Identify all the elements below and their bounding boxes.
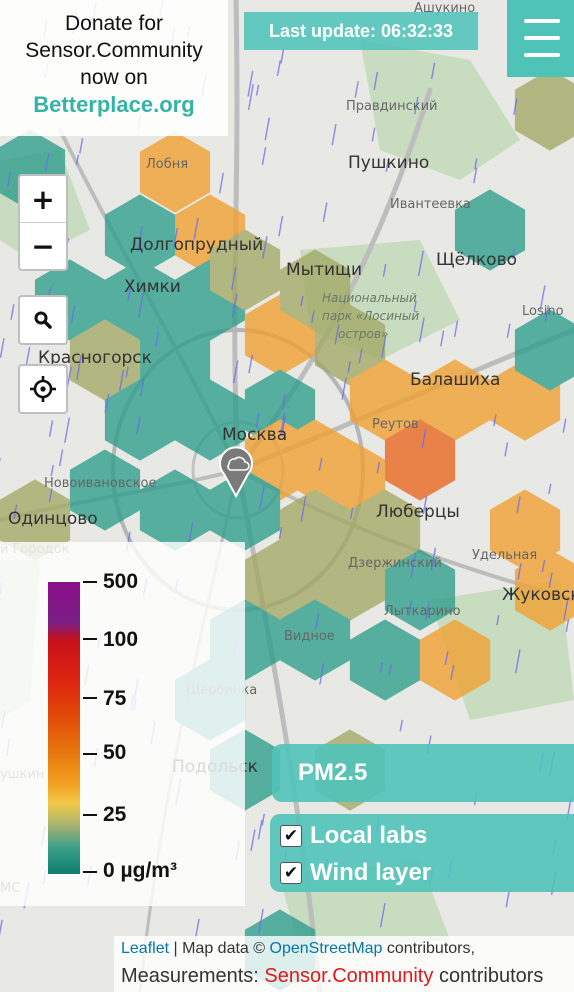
wind-layer-toggle[interactable]: ✔ Wind layer xyxy=(280,858,431,888)
sensor-community-link[interactable]: Sensor.Community xyxy=(264,965,433,987)
map-label-balashikha: Балашиха xyxy=(410,370,500,390)
legend-label-25: 25 xyxy=(103,803,127,826)
legend-tick xyxy=(83,753,97,755)
openstreetmap-link[interactable]: OpenStreetMap xyxy=(270,940,383,957)
legend-tick xyxy=(83,638,97,640)
map-label-khimki: Химки xyxy=(124,277,181,297)
locate-button[interactable] xyxy=(20,366,66,412)
zoom-out-button[interactable]: − xyxy=(20,222,66,269)
map-label-park1: Национальный xyxy=(322,291,417,305)
map-label-lytkarino: Лыткарино xyxy=(384,604,461,619)
layers-panel: ✔ Local labs ✔ Wind layer xyxy=(270,814,574,892)
map-label-dzerzhinsky: Дзержинский xyxy=(348,556,442,571)
donate-line3: now on xyxy=(80,66,148,89)
map-attribution: Leaflet | Map data © OpenStreetMap contr… xyxy=(114,936,574,992)
search-button[interactable] xyxy=(20,297,66,343)
legend-label-100: 100 xyxy=(103,628,139,651)
map-label-lyubertsy: Люберцы xyxy=(376,502,460,522)
map-label-udelnaya: Удельная xyxy=(472,548,537,563)
contributors-text: contributors, xyxy=(386,940,475,957)
map-label-dolgoprudny: Долгопрудный xyxy=(130,235,263,255)
map-label-losino: Losino xyxy=(522,304,564,319)
map-label-park2: парк «Лосиный xyxy=(322,309,419,323)
last-update-label: Last update: 06:32:33 xyxy=(244,12,478,50)
betterplace-link[interactable]: Betterplace.org xyxy=(0,91,228,118)
pm-legend: 500 100 75 50 25 0 µg/m³ xyxy=(0,542,245,906)
contributors-text-2: contributors xyxy=(438,965,544,987)
legend-tick xyxy=(83,814,97,816)
wind-layer-label: Wind layer xyxy=(310,859,432,886)
local-labs-label: Local labs xyxy=(310,822,428,849)
leaflet-link[interactable]: Leaflet xyxy=(121,940,169,957)
map-label-zhukovsky: Жуковск xyxy=(502,585,574,605)
zoom-control: + − xyxy=(18,174,68,271)
search-control xyxy=(18,295,68,345)
search-icon xyxy=(34,311,52,329)
legend-tick xyxy=(83,581,97,583)
donate-banner[interactable]: Donate for Sensor.Community now on Bette… xyxy=(0,0,228,136)
wind-layer-checkbox[interactable]: ✔ xyxy=(280,862,302,884)
local-labs-checkbox[interactable]: ✔ xyxy=(280,825,302,847)
map-label-novoivanovskoe: Новоивановское xyxy=(44,476,157,491)
map-label-park3: остров» xyxy=(338,327,388,341)
locate-control xyxy=(18,364,68,414)
map-label-reutov: Реутов xyxy=(372,417,419,432)
legend-tick xyxy=(83,871,97,873)
map-label-mytishchi: Мытищи xyxy=(286,260,362,280)
legend-label-0: 0 µg/m³ xyxy=(103,859,177,882)
map-data-text: | Map data © xyxy=(173,940,266,957)
local-labs-toggle[interactable]: ✔ Local labs xyxy=(280,821,427,851)
map-label-ivanteevka: Ивантеевка xyxy=(390,197,471,212)
map-label-pushkino: Пушкино xyxy=(348,153,429,173)
measurements-text: Measurements: xyxy=(121,965,259,987)
legend-label-500: 500 xyxy=(103,570,139,593)
map-label-pravdinsky: Правдинский xyxy=(346,99,438,114)
map-label-odintsovo: Одинцово xyxy=(8,509,98,529)
donate-line2: Sensor.Community xyxy=(25,39,203,62)
donate-line1: Donate for xyxy=(64,12,164,35)
map-label-vidnoe: Видное xyxy=(284,629,335,644)
legend-tick xyxy=(83,697,97,699)
map-label-lobnya: Лобня xyxy=(146,157,188,172)
legend-label-50: 50 xyxy=(103,741,127,764)
map-label-shchelkovo: Щёлково xyxy=(436,250,517,270)
pm-selector[interactable]: PM2.5 xyxy=(272,744,574,802)
legend-label-75: 75 xyxy=(103,687,127,710)
menu-button[interactable] xyxy=(507,0,574,77)
zoom-in-button[interactable]: + xyxy=(20,176,66,222)
crosshair-icon xyxy=(30,376,56,402)
map-label-moskva: Москва xyxy=(222,425,287,445)
legend-color-bar xyxy=(48,582,80,874)
